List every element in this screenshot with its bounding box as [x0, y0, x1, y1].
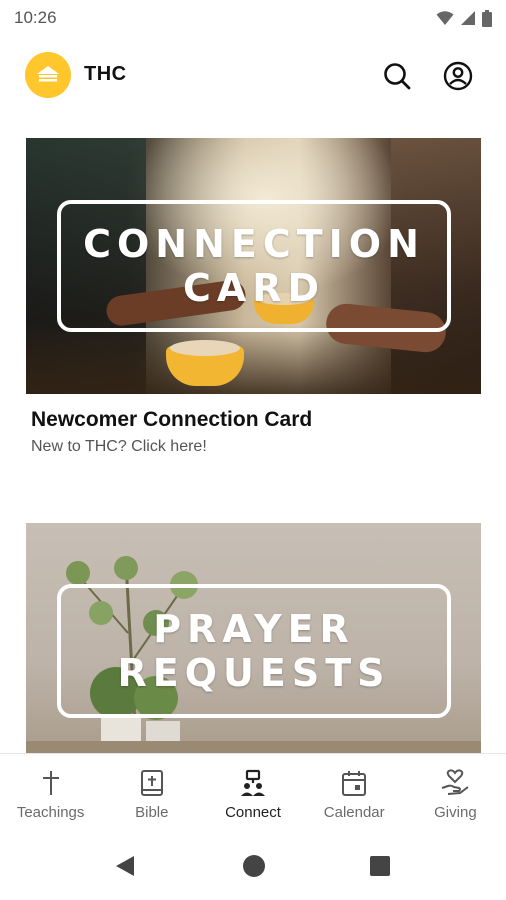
prayer-requests-card[interactable]: PRAYER REQUESTS	[26, 523, 481, 755]
cross-icon	[35, 768, 67, 798]
connect-icon	[237, 768, 269, 798]
app-title: THC	[84, 63, 127, 85]
overlay-frame: PRAYER REQUESTS	[57, 584, 451, 718]
search-button[interactable]	[377, 56, 417, 96]
status-icons	[436, 9, 492, 27]
calendar-icon	[338, 768, 370, 798]
nav-item-bible[interactable]: Bible	[101, 754, 202, 831]
nav-label: Connect	[225, 804, 281, 821]
bottom-navigation: Teachings Bible Connect Calendar Giving	[0, 753, 506, 831]
nav-item-teachings[interactable]: Teachings	[0, 754, 101, 831]
overlay-frame: CONNECTION CARD	[57, 200, 451, 332]
account-button[interactable]	[438, 56, 478, 96]
card-title: Newcomer Connection Card	[31, 408, 313, 431]
signal-icon	[460, 10, 476, 26]
church-logo[interactable]	[25, 52, 71, 98]
home-icon	[243, 855, 265, 877]
church-icon	[37, 66, 59, 82]
status-bar: 10:26	[0, 0, 506, 36]
recents-button[interactable]	[365, 851, 395, 881]
search-icon	[384, 63, 411, 90]
status-time: 10:26	[14, 8, 57, 27]
overlay-title-line2: CARD	[182, 266, 326, 310]
prayer-requests-image[interactable]: PRAYER REQUESTS	[26, 523, 481, 755]
home-button[interactable]	[239, 851, 269, 881]
nav-item-calendar[interactable]: Calendar	[304, 754, 405, 831]
nav-item-giving[interactable]: Giving	[405, 754, 506, 831]
system-navigation	[0, 831, 506, 900]
newcomer-connection-card[interactable]: CONNECTION CARD Newcomer Connection Card…	[26, 138, 481, 456]
overlay-title-line1: PRAYER	[153, 607, 355, 651]
overlay-title-line1: CONNECTION	[83, 222, 425, 266]
back-button[interactable]	[110, 851, 140, 881]
back-icon	[116, 856, 134, 876]
nav-label: Giving	[434, 804, 477, 821]
nav-label: Bible	[135, 804, 169, 821]
giving-icon	[439, 768, 471, 798]
battery-icon	[482, 9, 492, 27]
bible-icon	[136, 768, 168, 798]
wifi-icon	[436, 10, 454, 26]
card-subtitle: New to THC? Click here!	[31, 438, 207, 455]
overlay-title-line2: REQUESTS	[117, 651, 391, 695]
nav-label: Teachings	[16, 804, 85, 821]
nav-label: Calendar	[323, 804, 385, 821]
app-header: THC	[0, 48, 506, 102]
nav-item-connect[interactable]: Connect	[202, 754, 303, 831]
account-icon	[443, 61, 473, 91]
connection-card-image[interactable]: CONNECTION CARD	[26, 138, 481, 394]
recents-icon	[370, 856, 390, 876]
